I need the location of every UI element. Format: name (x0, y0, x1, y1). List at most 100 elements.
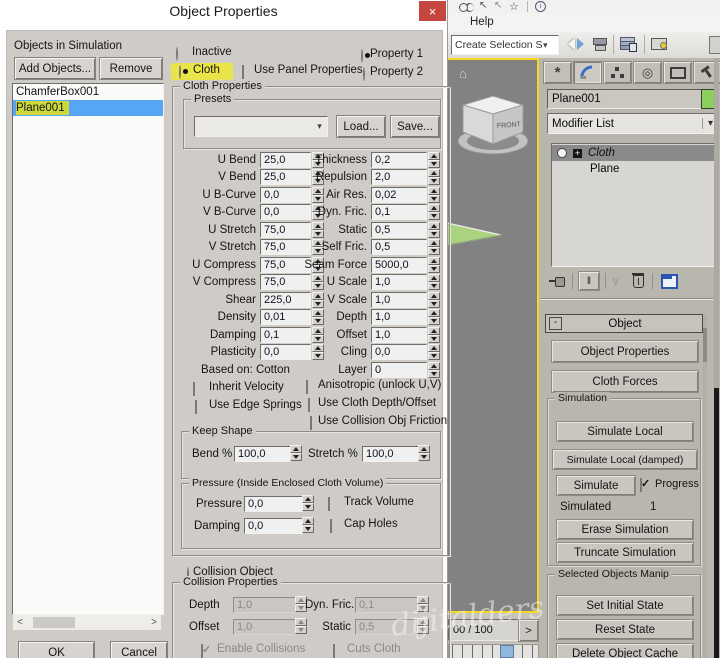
scroll-right-arrow[interactable]: > (147, 617, 161, 628)
objects-list-item[interactable]: Plane001 (13, 100, 163, 116)
erase-simulation-button[interactable]: Erase Simulation (556, 519, 694, 540)
modifier-list-dropdown[interactable]: Modifier List ▾ (547, 113, 719, 134)
param-value-field[interactable]: 5000,0 (371, 257, 427, 273)
param-value-field[interactable]: 0,5 (371, 222, 427, 238)
param-spinner[interactable] (428, 169, 440, 185)
use-collision-obj-friction-checkbox[interactable] (310, 416, 312, 430)
tab-create[interactable]: * (543, 61, 572, 84)
binoculars-icon[interactable] (459, 3, 468, 12)
pin-stack-icon[interactable] (549, 276, 567, 286)
expand-plus-icon[interactable]: + (573, 149, 582, 158)
remove-button[interactable]: Remove (99, 57, 163, 80)
home-icon[interactable]: ⌂ (459, 66, 467, 81)
bend-pct-field[interactable]: 100,0 (234, 446, 291, 462)
rollout-scrollbar[interactable] (703, 314, 707, 658)
anisotropic-checkbox[interactable] (306, 380, 308, 394)
tab-hierarchy[interactable] (603, 61, 632, 84)
cloth-radio[interactable] (179, 65, 181, 79)
object-name-field[interactable]: Plane001 (547, 89, 703, 109)
viewcube[interactable]: FRONT (454, 88, 532, 158)
param-value-field[interactable]: 0,1 (371, 204, 427, 220)
select-object-icon[interactable]: ↖ (479, 0, 487, 11)
cancel-button[interactable]: Cancel (110, 641, 168, 658)
rollout-collapse-icon[interactable]: - (549, 317, 562, 330)
viewport[interactable]: ⌂ FRONT (447, 58, 539, 613)
dialog-titlebar[interactable]: Object Properties × (0, 0, 447, 24)
param-spinner[interactable] (428, 204, 440, 220)
objects-list-item[interactable]: ChamferBox001 (13, 84, 163, 100)
mirror-icon[interactable] (567, 36, 585, 52)
cloth-forces-button[interactable]: Cloth Forces (551, 370, 699, 393)
stack-item-cloth[interactable]: + Cloth (552, 145, 714, 161)
simulate-local-damped-button[interactable]: Simulate Local (damped) (552, 449, 698, 470)
param-spinner[interactable] (428, 152, 440, 168)
visibility-bulb-icon[interactable] (557, 148, 567, 158)
param-value-field[interactable]: 0,5 (371, 239, 427, 255)
stretch-pct-spinner[interactable] (418, 445, 430, 461)
param-value-field[interactable]: 0,02 (371, 187, 427, 203)
close-button[interactable]: × (419, 1, 446, 21)
use-edge-springs-checkbox[interactable] (195, 400, 197, 414)
time-slider-thumb[interactable] (500, 645, 514, 658)
align-icon[interactable] (593, 37, 607, 51)
set-initial-state-button[interactable]: Set Initial State (556, 595, 694, 616)
track-volume-checkbox[interactable] (328, 497, 330, 511)
tab-motion[interactable]: ◎ (633, 61, 662, 84)
param-value-field[interactable]: 1,0 (371, 327, 427, 343)
configure-modifier-sets-icon[interactable] (661, 274, 678, 289)
param-spinner[interactable] (428, 362, 440, 378)
object-properties-button[interactable]: Object Properties (551, 340, 699, 363)
stretch-pct-field[interactable]: 100,0 (362, 446, 419, 462)
property2-radio[interactable] (363, 67, 365, 81)
param-value-field[interactable]: 0,2 (371, 152, 427, 168)
scroll-thumb[interactable] (33, 617, 75, 628)
cap-holes-checkbox[interactable] (330, 519, 332, 533)
truncate-simulation-button[interactable]: Truncate Simulation (556, 542, 694, 563)
infocenter-icon[interactable]: i (535, 1, 546, 12)
manage-scene-icon[interactable] (651, 36, 669, 51)
bend-pct-spinner[interactable] (290, 445, 302, 461)
layer-manager-icon[interactable] (620, 36, 637, 52)
track-bar[interactable] (448, 644, 539, 658)
pressure-spinner[interactable] (302, 495, 314, 511)
param-value-field[interactable]: 1,0 (371, 309, 427, 325)
make-unique-icon[interactable]: ∨ (611, 273, 621, 289)
selection-set-combo[interactable]: Create Selection Se ▾ (451, 35, 559, 55)
param-spinner[interactable] (428, 309, 440, 325)
param-value-field[interactable]: 0,0 (371, 344, 427, 360)
param-value-field[interactable]: 0 (371, 362, 427, 378)
ok-button[interactable]: OK (18, 641, 95, 658)
param-spinner[interactable] (428, 292, 440, 308)
pressure-damping-spinner[interactable] (302, 517, 314, 533)
add-objects-button[interactable]: Add Objects... (14, 57, 96, 80)
use-cloth-depth-offset-checkbox[interactable] (308, 398, 310, 412)
use-panel-properties-checkbox[interactable] (242, 65, 244, 79)
param-spinner[interactable] (428, 239, 440, 255)
param-spinner[interactable] (428, 222, 440, 238)
reset-state-button[interactable]: Reset State (556, 619, 694, 640)
simulate-button[interactable]: Simulate (556, 475, 636, 496)
favorites-star-icon[interactable]: ☆ (509, 0, 519, 13)
presets-combo[interactable]: ▾ (194, 116, 328, 137)
stack-item-plane[interactable]: Plane (552, 161, 720, 177)
objects-list-hscrollbar[interactable]: < > (13, 615, 161, 630)
param-spinner[interactable] (428, 187, 440, 203)
param-value-field[interactable]: 1,0 (371, 292, 427, 308)
simulate-local-button[interactable]: Simulate Local (556, 421, 694, 442)
param-value-field[interactable]: 1,0 (371, 274, 427, 290)
inherit-velocity-checkbox[interactable] (193, 382, 195, 396)
load-button[interactable]: Load... (336, 115, 386, 138)
pressure-field[interactable]: 0,0 (244, 496, 303, 512)
show-end-result-button[interactable]: ‖ (578, 271, 600, 291)
command-panel-scrollbar[interactable] (714, 58, 719, 658)
property1-radio[interactable] (361, 49, 363, 63)
objects-list[interactable]: ChamferBox001Plane001 (12, 83, 164, 615)
param-value-field[interactable]: 2,0 (371, 169, 427, 185)
inactive-radio[interactable] (176, 47, 178, 61)
progress-checkbox[interactable] (640, 478, 642, 492)
select-region-icon[interactable]: ↖ (494, 0, 502, 11)
param-spinner[interactable] (428, 344, 440, 360)
delete-object-cache-button[interactable]: Delete Object Cache (556, 643, 694, 658)
remove-modifier-icon[interactable] (633, 275, 644, 288)
frame-display[interactable]: 00 / 100 (448, 619, 520, 641)
